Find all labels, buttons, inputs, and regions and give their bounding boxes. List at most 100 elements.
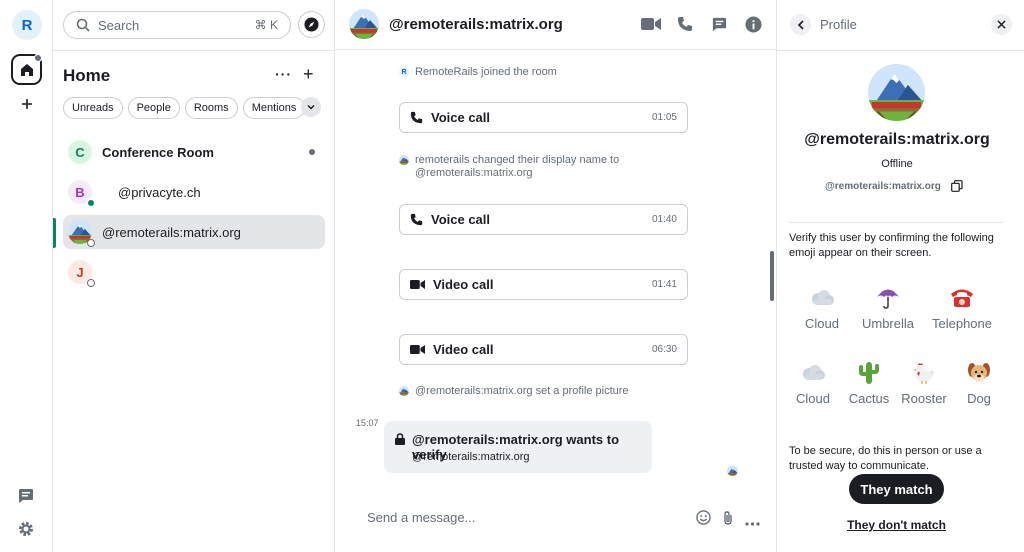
telephone-icon [951, 289, 973, 307]
room-avatar: B [68, 180, 95, 207]
space-bar: R [0, 0, 53, 552]
attach-button[interactable] [722, 510, 734, 529]
search-label: Search [98, 17, 140, 33]
room-header: @remoterails:matrix.org [335, 0, 776, 50]
settings-button[interactable] [17, 520, 35, 541]
presence-offline [87, 279, 95, 287]
filter-rooms[interactable]: Rooms [184, 97, 238, 119]
emoji-label: Umbrella [861, 316, 914, 331]
user-initial: R [21, 16, 33, 34]
room-avatar [68, 220, 95, 247]
filter-people[interactable]: People [127, 97, 180, 119]
room-list-title: Home [63, 66, 111, 85]
read-receipt-avatar[interactable] [727, 465, 738, 476]
profile-status: Offline [881, 158, 913, 170]
phone-icon [410, 111, 423, 124]
compose-menu-button[interactable]: + [303, 64, 314, 85]
call-label: Video call [433, 342, 494, 357]
room-header-title[interactable]: @remoterails:matrix.org [389, 16, 563, 33]
video-camera-icon [641, 18, 661, 30]
they-dont-match-button[interactable]: They don't match [839, 518, 954, 532]
filter-mentions[interactable]: Mentions [242, 97, 306, 119]
mountain-avatar-icon [399, 155, 409, 165]
emoji-umbrella: Umbrella [853, 286, 923, 331]
filters-expand-button[interactable] [301, 97, 321, 117]
video-call-button[interactable] [641, 14, 661, 34]
call-event[interactable]: Voice call 01:40 [399, 204, 688, 235]
message-timestamp: 15:07 [356, 418, 379, 428]
phone-icon [678, 17, 692, 31]
room-info-button[interactable] [743, 14, 763, 34]
search-shortcut: ⌘ K [254, 18, 278, 32]
call-event[interactable]: Video call 01:41 [399, 269, 688, 300]
call-label: Voice call [431, 110, 491, 125]
call-event[interactable]: Video call 06:30 [399, 334, 688, 365]
add-space-button[interactable] [17, 94, 37, 114]
room-timeline: @remoterails:matrix.org R RemoteRails jo… [335, 0, 776, 552]
umbrella-icon [877, 289, 899, 309]
dog-icon [968, 363, 990, 382]
verification-request[interactable]: @remoterails:matrix.org wants to verify … [384, 421, 652, 473]
close-icon [997, 20, 1006, 29]
mountain-avatar-icon [868, 64, 925, 121]
event-text-line1: remoterails changed their display name t… [415, 154, 620, 166]
paperclip-icon [724, 511, 732, 525]
copy-button[interactable] [951, 180, 963, 195]
they-match-button[interactable]: They match [849, 474, 944, 504]
room-list-panel: Search ⌘ K Home ··· + Unreads People Roo… [53, 0, 335, 552]
divider [777, 50, 1024, 51]
threads-icon [19, 489, 33, 503]
timeline-scrollbar[interactable] [770, 251, 774, 301]
room-item-j[interactable]: J [63, 255, 325, 289]
presence-online [87, 199, 95, 207]
threads-header-button[interactable] [709, 14, 729, 34]
room-name: @privacyte.ch [118, 184, 201, 200]
call-event[interactable]: Voice call 01:05 [399, 102, 688, 133]
emoji-dog: Dog [944, 361, 1014, 406]
profile-panel: Profile @remoterails:matrix.org Offline … [776, 0, 1024, 552]
room-item-privacyte[interactable]: B @privacyte.ch [63, 175, 325, 209]
call-time: 01:05 [651, 112, 677, 123]
chevron-left-icon [797, 19, 804, 30]
message-composer[interactable]: Send a message... [367, 510, 475, 525]
room-list-options-button[interactable]: ··· [275, 66, 292, 82]
panel-title: Profile [820, 17, 857, 32]
room-header-avatar[interactable] [349, 9, 379, 39]
voice-call-button[interactable] [675, 14, 695, 34]
cloud-icon [803, 365, 825, 380]
home-button[interactable] [11, 54, 42, 85]
cloud-icon [812, 290, 834, 305]
filter-unreads[interactable]: Unreads [63, 97, 123, 119]
room-name: @remoterails:matrix.org [102, 224, 241, 240]
chevron-down-icon [307, 104, 315, 110]
close-button[interactable] [991, 14, 1012, 35]
mountain-avatar-icon [727, 466, 738, 476]
profile-name: @remoterails:matrix.org [804, 131, 990, 148]
secure-note: To be secure, do this in person or use a… [789, 445, 982, 472]
divider [53, 50, 335, 51]
back-button[interactable] [790, 14, 811, 35]
home-unread-dot [34, 54, 42, 62]
room-item-remoterails[interactable]: @remoterails:matrix.org [63, 215, 325, 249]
room-name: Conference Room [102, 144, 214, 160]
event-text-line2: @remoterails:matrix.org [415, 167, 533, 179]
event-text: remoterails changed their display name t… [415, 154, 619, 180]
emoji-button[interactable] [696, 510, 711, 528]
user-avatar[interactable]: R [12, 10, 42, 40]
search-button[interactable]: Search ⌘ K [63, 11, 291, 39]
more-options-button[interactable] [745, 514, 760, 529]
mountain-avatar-icon [399, 386, 409, 396]
profile-mxid: @remoterails:matrix.org [825, 181, 941, 192]
call-time: 01:41 [651, 279, 677, 290]
event-joined: R RemoteRails joined the room [399, 66, 557, 78]
explore-rooms-button[interactable] [298, 11, 325, 38]
gear-icon [19, 522, 33, 536]
room-item-conference[interactable]: C Conference Room [63, 135, 325, 169]
video-camera-icon [410, 345, 425, 354]
cactus-icon [859, 362, 879, 384]
room-initial: B [75, 184, 85, 200]
threads-button[interactable] [17, 487, 35, 508]
event-avatar: R [399, 67, 409, 77]
home-icon [20, 63, 33, 76]
profile-avatar[interactable] [868, 64, 925, 121]
